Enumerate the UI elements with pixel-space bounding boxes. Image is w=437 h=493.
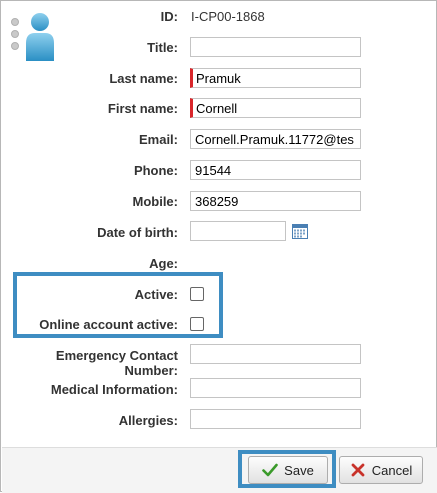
dialog-footer: Save Cancel (2, 447, 437, 493)
user-avatar-icon (26, 13, 54, 61)
active-fields-highlight (13, 272, 223, 338)
email-input[interactable]: Cornell.Pramuk.11772@tes (190, 129, 361, 149)
last-name-input[interactable]: Pramuk (190, 68, 361, 88)
emergency-contact-label-line2: Number: (124, 363, 178, 378)
id-value: I-CP00-1868 (191, 9, 265, 24)
contact-form-panel: ID: I-CP00-1868 Title: Last name: Pramuk… (0, 0, 437, 493)
drag-grip-icon[interactable] (11, 18, 19, 54)
medical-information-input[interactable] (190, 378, 361, 398)
emergency-contact-label-line1: Emergency Contact (55, 348, 178, 363)
email-label: Email: (138, 132, 178, 147)
first-name-input[interactable]: Cornell (190, 98, 361, 118)
mobile-label: Mobile: (132, 194, 179, 209)
calendar-icon[interactable] (292, 223, 308, 239)
id-label: ID: (160, 9, 178, 24)
title-label: Title: (147, 40, 178, 55)
age-label: Age: (149, 256, 178, 271)
phone-input[interactable]: 91544 (190, 160, 361, 180)
mobile-input[interactable]: 368259 (190, 191, 361, 211)
first-name-label: First name: (107, 101, 178, 116)
medical-information-label: Medical Information: (50, 382, 178, 397)
save-button-highlight (238, 450, 336, 488)
allergies-label: Allergies: (118, 413, 178, 428)
phone-label: Phone: (133, 163, 178, 178)
allergies-input[interactable] (190, 409, 361, 429)
cancel-button[interactable]: Cancel (339, 456, 423, 484)
emergency-contact-input[interactable] (190, 344, 361, 364)
last-name-label: Last name: (109, 71, 178, 86)
dob-label: Date of birth: (97, 225, 178, 240)
title-input[interactable] (190, 37, 361, 57)
x-icon (351, 463, 365, 477)
cancel-label: Cancel (371, 462, 413, 478)
dob-input[interactable] (190, 221, 286, 241)
emergency-contact-label: Emergency Contact Number: (56, 348, 178, 378)
